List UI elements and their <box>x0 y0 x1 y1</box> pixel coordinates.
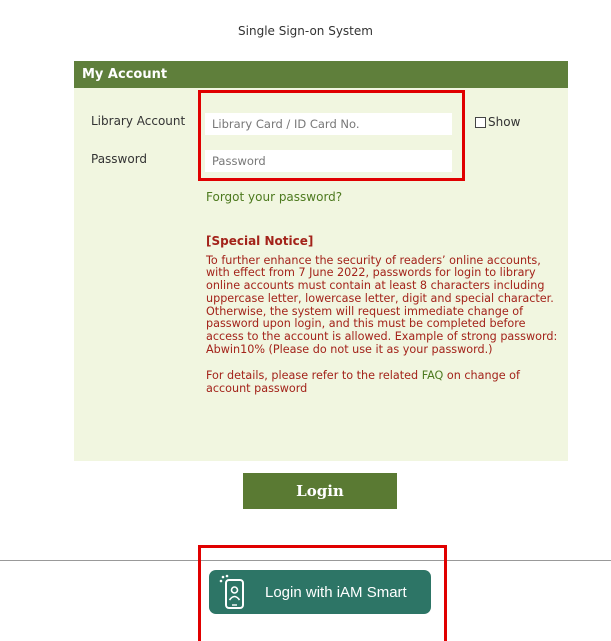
notice-body: To further enhance the security of reade… <box>206 253 558 356</box>
iam-smart-phone-icon <box>219 574 249 610</box>
login-button[interactable]: Login <box>243 473 397 509</box>
special-notice: [Special Notice] To further enhance the … <box>206 235 564 396</box>
faq-link[interactable]: FAQ <box>422 369 444 382</box>
iam-smart-label: Login with iAM Smart <box>265 583 407 601</box>
iam-smart-login-button[interactable]: Login with iAM Smart <box>209 570 431 614</box>
library-account-label: Library Account <box>91 114 186 128</box>
divider <box>0 560 611 561</box>
notice-details-prefix: For details, please refer to the related <box>206 369 422 383</box>
notice-title: [Special Notice] <box>206 234 314 248</box>
show-password-label: Show <box>488 115 521 129</box>
password-label: Password <box>91 152 148 166</box>
page-title: Single Sign-on System <box>238 24 373 38</box>
show-password-checkbox[interactable] <box>475 116 486 128</box>
library-account-input[interactable] <box>205 113 452 135</box>
show-password-toggle[interactable]: Show <box>475 115 520 129</box>
forgot-password-link[interactable]: Forgot your password? <box>206 190 342 204</box>
account-panel: My Account Library Account Show Password… <box>74 61 568 461</box>
panel-header: My Account <box>74 61 568 88</box>
notice-details: For details, please refer to the related… <box>206 369 564 395</box>
password-input[interactable] <box>205 150 452 172</box>
